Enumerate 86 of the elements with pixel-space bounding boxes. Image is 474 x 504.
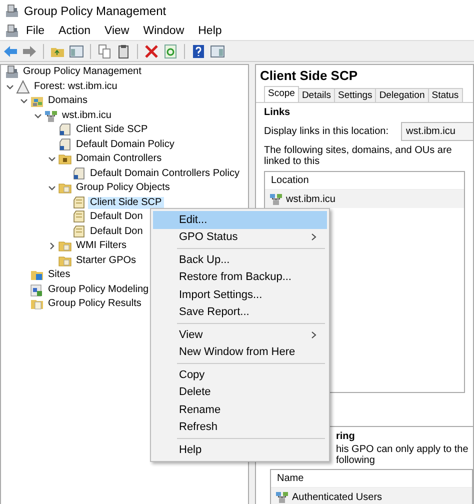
- chevron-right-icon[interactable]: [48, 242, 56, 250]
- tree-item[interactable]: Group Policy Modeling: [46, 284, 151, 296]
- menu-item[interactable]: GPO Status: [153, 228, 327, 246]
- menu-item[interactable]: Edit...: [153, 211, 327, 228]
- sites-icon: [30, 268, 44, 282]
- table-cell: Authenticated Users: [292, 492, 382, 502]
- table-cell: wst.ibm.icu: [286, 194, 336, 204]
- scroll-icon: [72, 166, 86, 181]
- domain-icon: [44, 108, 58, 123]
- console-tree-icon[interactable]: [69, 44, 84, 58]
- menu-item[interactable]: Import Settings...: [153, 286, 327, 304]
- scroll-icon: [72, 210, 86, 224]
- tree-item[interactable]: Domains: [46, 95, 90, 108]
- tree-item[interactable]: WMI Filters: [74, 240, 129, 252]
- tree-item[interactable]: Client Side SCP: [88, 196, 164, 209]
- menu-item[interactable]: Window: [136, 24, 192, 36]
- menu-item[interactable]: New Window from Here: [153, 344, 327, 361]
- menu-item[interactable]: Save Report...: [153, 304, 327, 321]
- back-icon[interactable]: [3, 44, 18, 58]
- domains-icon: [30, 94, 44, 108]
- tree-item[interactable]: Starter GPOs: [74, 254, 138, 267]
- scroll-icon: [72, 196, 86, 210]
- tree-item[interactable]: Domain Controllers: [74, 153, 164, 166]
- folder-icon: [58, 181, 72, 196]
- modeling-icon: [30, 282, 44, 297]
- triangle-icon: [16, 80, 30, 94]
- paste-icon[interactable]: [116, 44, 131, 58]
- pane-title: Client Side SCP: [259, 67, 359, 85]
- menu-item[interactable]: Delete: [153, 384, 327, 401]
- users-icon: [275, 490, 289, 504]
- app-menu-icon: [5, 24, 19, 38]
- tab[interactable]: Scope: [264, 86, 299, 102]
- results-icon: [30, 297, 44, 312]
- forward-icon[interactable]: [22, 44, 37, 58]
- chevron-down-icon[interactable]: [6, 82, 14, 91]
- menu-item[interactable]: Action: [52, 24, 98, 36]
- tab[interactable]: Settings: [334, 88, 376, 102]
- tab[interactable]: Details: [298, 88, 335, 102]
- section-heading: Links: [264, 107, 292, 118]
- menu-item[interactable]: Back Up...: [153, 251, 327, 268]
- location-dropdown[interactable]: wst.ibm.icu: [401, 122, 473, 141]
- tree-item[interactable]: Sites: [46, 269, 72, 282]
- domain-icon: [269, 192, 283, 206]
- folder-icon: [58, 254, 72, 268]
- tab[interactable]: Status: [428, 88, 463, 102]
- delete-icon[interactable]: [144, 44, 159, 58]
- description-text: his GPO can only apply to the following: [336, 444, 469, 466]
- tree-item[interactable]: Default Domain Controllers Policy: [88, 168, 242, 180]
- description-text: The following sites, domains, and OUs are linked to this: [264, 145, 453, 167]
- tree-item[interactable]: Client Side SCP: [74, 124, 150, 136]
- chevron-down-icon[interactable]: [20, 97, 28, 106]
- tree-item[interactable]: Default Don: [88, 226, 145, 238]
- menu-item[interactable]: View: [98, 24, 136, 36]
- help-icon[interactable]: [191, 44, 206, 58]
- menu-item[interactable]: Restore from Backup...: [153, 268, 327, 286]
- tree-item[interactable]: Group Policy Objects: [74, 182, 172, 194]
- tree-item[interactable]: Group Policy Management: [21, 66, 144, 78]
- folder-icon: [58, 152, 72, 166]
- panel-icon[interactable]: [210, 44, 225, 58]
- menu-item[interactable]: Rename: [153, 401, 327, 418]
- menu-item[interactable]: View: [153, 326, 327, 344]
- menu-item[interactable]: Copy: [153, 366, 327, 384]
- tree-item[interactable]: Forest: wst.ibm.icu: [32, 80, 120, 93]
- chevron-down-icon[interactable]: [34, 112, 42, 120]
- copy-icon[interactable]: [97, 44, 112, 58]
- console-icon: [5, 65, 19, 80]
- scroll-icon: [72, 224, 86, 239]
- tree-item[interactable]: wst.ibm.icu: [60, 110, 114, 122]
- tab[interactable]: Delegation: [375, 88, 429, 102]
- field-label: Display links in this location:: [264, 126, 388, 137]
- folder-icon: [58, 239, 72, 254]
- menu-item[interactable]: Help: [153, 441, 327, 458]
- section-heading: ring: [336, 431, 356, 442]
- chevron-down-icon[interactable]: [48, 184, 56, 192]
- app-icon: [5, 4, 19, 18]
- tree-item[interactable]: Default Domain Policy: [74, 138, 176, 151]
- menu-item[interactable]: File: [19, 24, 52, 36]
- tree-item[interactable]: Default Don: [88, 211, 145, 224]
- refresh-icon[interactable]: [163, 44, 178, 58]
- menu-item[interactable]: Refresh: [153, 418, 327, 436]
- chevron-down-icon[interactable]: [48, 155, 56, 164]
- menu-item[interactable]: Help: [191, 24, 229, 36]
- window-title: Group Policy Management: [24, 4, 166, 18]
- scroll-icon: [58, 138, 72, 152]
- scroll-icon: [58, 123, 72, 138]
- tree-item[interactable]: Group Policy Results: [46, 298, 144, 310]
